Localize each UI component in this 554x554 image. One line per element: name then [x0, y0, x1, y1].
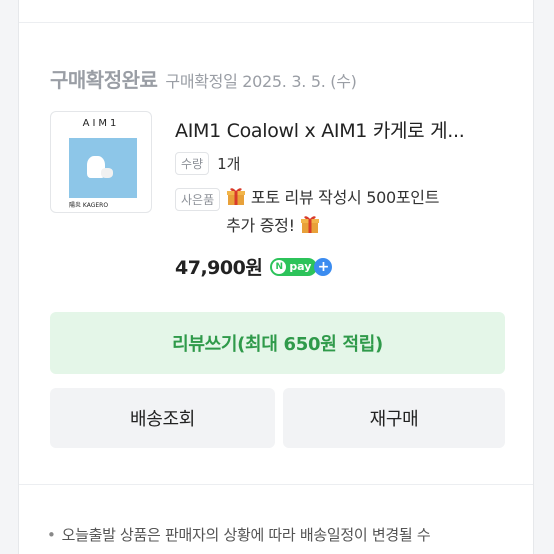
shipping-notice-text: 오늘출발 상품은 판매자의 상황에 따라 배송일정이 변경될 수 — [61, 526, 431, 544]
thumbnail-title: AIM1 — [82, 118, 120, 129]
gift-icon — [300, 216, 319, 233]
track-shipping-button[interactable]: 배송조회 — [50, 388, 275, 448]
write-review-button[interactable]: 리뷰쓰기(최대 650원 적립) — [50, 312, 505, 374]
divider — [19, 484, 533, 485]
gift-text-line-1: 포토 리뷰 작성시 500포인트 — [250, 188, 440, 207]
npay-n-icon: N — [272, 259, 287, 274]
quantity-row: 수량 1개 — [175, 152, 240, 175]
order-status-row: 구매확정완료 구매확정일 2025. 3. 5. (수) — [50, 64, 357, 93]
order-status: 구매확정완료 — [50, 68, 158, 92]
product-price: 47,900원 — [175, 257, 263, 279]
bullet-icon: • — [47, 526, 56, 544]
price-row: 47,900원 N pay + — [175, 253, 333, 280]
product-title[interactable]: AIM1 Coalowl x AIM1 카게로 게... — [175, 116, 505, 143]
gift-text-line-2: 추가 증정! — [226, 216, 295, 235]
quantity-tag: 수량 — [175, 152, 210, 175]
quantity-value: 1개 — [217, 155, 241, 173]
confirm-date: 구매확정일 2025. 3. 5. (수) — [165, 72, 357, 91]
npay-badge: N pay + — [270, 257, 333, 276]
gift-text: 포토 리뷰 작성시 500포인트 추가 증정! — [226, 184, 439, 240]
thumbnail-subtitle: 陽炎 KAGERO — [69, 202, 109, 209]
npay-plus-icon: + — [314, 257, 333, 276]
rebuy-button[interactable]: 재구매 — [283, 388, 505, 448]
gift-row: 사은품 포토 리뷰 작성시 500포인트 추가 증정! — [175, 184, 515, 240]
divider — [19, 22, 533, 23]
gift-icon — [227, 188, 246, 205]
npay-label: pay — [289, 260, 312, 273]
thumbnail-figure-2 — [101, 168, 113, 178]
gift-tag: 사은품 — [175, 188, 221, 211]
npay-logo: N pay — [270, 257, 318, 276]
order-card: 구매확정완료 구매확정일 2025. 3. 5. (수) AIM1 陽炎 KAG… — [18, 0, 534, 554]
shipping-notice: • 오늘출발 상품은 판매자의 상황에 따라 배송일정이 변경될 수 — [47, 524, 431, 545]
product-thumbnail[interactable]: AIM1 陽炎 KAGERO — [50, 111, 152, 213]
